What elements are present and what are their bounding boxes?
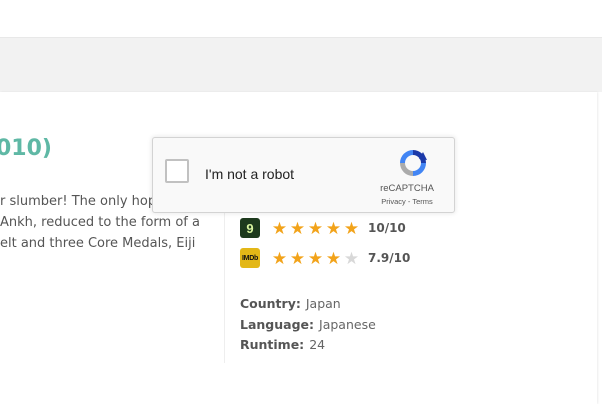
rating-row-imdb: IMDb ★ ★ ★ ★ ★ 7.9/10: [240, 247, 410, 269]
recaptcha-brand: reCAPTCHA: [380, 183, 434, 194]
rating-row-site: 9 ★ ★ ★ ★ ★ 10/10: [240, 217, 406, 239]
star-icon: ★: [271, 248, 288, 268]
detail-label: Country:: [240, 296, 301, 311]
star-icon: ★: [307, 218, 324, 238]
synopsis-line: Ankh, reduced to the form of a: [0, 215, 200, 230]
star-icon: ★: [343, 218, 360, 238]
imdb-logo-text: IMDb: [242, 254, 258, 262]
rating-score: 10/10: [368, 221, 406, 235]
synopsis-line: elt and three Core Medals, Eiji: [0, 236, 196, 251]
detail-value: Japanese: [319, 317, 376, 332]
recaptcha-privacy-link[interactable]: Privacy: [381, 197, 406, 206]
imdb-logo-icon: IMDb: [240, 248, 260, 268]
star-rating: ★ ★ ★ ★ ★: [271, 220, 361, 237]
detail-country: Country: Japan: [240, 296, 341, 311]
recaptcha-checkbox[interactable]: [165, 159, 189, 183]
star-icon: ★: [289, 218, 306, 238]
detail-language: Language: Japanese: [240, 317, 376, 332]
site-rating-logo-icon: 9: [240, 218, 260, 238]
movie-title: 010): [0, 136, 52, 161]
detail-runtime: Runtime: 24: [240, 337, 325, 352]
recaptcha-terms-link[interactable]: Terms: [412, 197, 432, 206]
star-icon: ★: [325, 218, 342, 238]
column-divider: [224, 208, 225, 363]
detail-label: Language:: [240, 317, 315, 332]
recaptcha-links: Privacy - Terms: [363, 197, 451, 206]
header-band: [0, 38, 602, 92]
star-icon: ★: [289, 248, 306, 268]
star-icon: ★: [325, 248, 342, 268]
recaptcha-logo-icon: [400, 150, 427, 176]
detail-value: Japan: [305, 296, 341, 311]
rating-score: 7.9/10: [368, 251, 411, 265]
star-icon: ★: [271, 218, 288, 238]
star-rating: ★ ★ ★ ★ ★: [271, 250, 361, 267]
detail-label: Runtime:: [240, 337, 305, 352]
star-icon: ★: [307, 248, 324, 268]
detail-value: 24: [309, 337, 326, 352]
recaptcha-label: I'm not a robot: [205, 166, 295, 182]
top-bar: [0, 0, 602, 38]
site-rating-logo-text: 9: [246, 220, 254, 236]
star-icon: ★: [343, 248, 360, 268]
recaptcha-widget: I'm not a robot reCAPTCHA Privacy - Term…: [152, 137, 455, 213]
